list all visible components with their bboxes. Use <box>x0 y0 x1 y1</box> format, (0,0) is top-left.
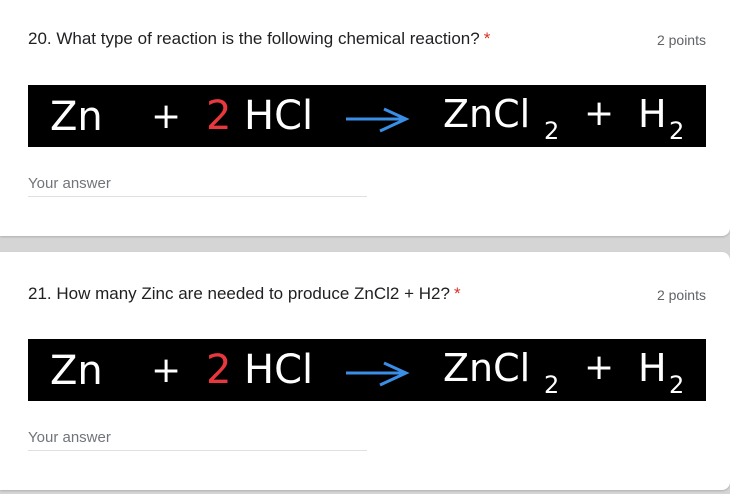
eq-zncl: ZnCl <box>443 92 530 136</box>
question-points: 2 points <box>656 287 706 303</box>
eq-subscript: 2 <box>544 117 559 145</box>
required-asterisk: * <box>483 29 491 48</box>
eq-plus-2: + <box>584 93 614 134</box>
question-text: 21. How many Zinc are needed to produce … <box>28 284 450 303</box>
eq-subscript: 2 <box>544 371 559 399</box>
answer-input[interactable]: Your answer <box>28 175 367 197</box>
eq-hcl: HCl <box>244 93 313 139</box>
eq-subscript: 2 <box>669 117 684 145</box>
eq-plus-1: + <box>151 350 181 391</box>
answer-input[interactable]: Your answer <box>28 429 367 451</box>
eq-zn: Zn <box>50 348 103 394</box>
eq-arrow <box>346 361 410 387</box>
equation-image: Zn + 2 HCl ZnCl 2 + H 2 <box>28 85 706 147</box>
eq-hcl: HCl <box>244 347 313 393</box>
question-card-21: 21. How many Zinc are needed to produce … <box>0 252 730 490</box>
eq-h: H <box>638 92 667 136</box>
required-asterisk: * <box>453 284 461 303</box>
eq-plus-1: + <box>151 96 181 137</box>
eq-plus-2: + <box>584 347 614 388</box>
eq-h: H <box>638 346 667 390</box>
equation-image: Zn + 2 HCl ZnCl 2 + H 2 <box>28 339 706 401</box>
eq-zn: Zn <box>50 94 103 140</box>
question-card-20: 20. What type of reaction is the followi… <box>0 0 730 236</box>
eq-arrow <box>346 107 410 133</box>
question-title: 20. What type of reaction is the followi… <box>28 29 490 49</box>
eq-coefficient: 2 <box>206 93 231 139</box>
question-points: 2 points <box>656 32 706 48</box>
question-title: 21. How many Zinc are needed to produce … <box>28 284 461 304</box>
question-text: 20. What type of reaction is the followi… <box>28 29 480 48</box>
eq-coefficient: 2 <box>206 347 231 393</box>
eq-subscript: 2 <box>669 371 684 399</box>
eq-zncl: ZnCl <box>443 346 530 390</box>
